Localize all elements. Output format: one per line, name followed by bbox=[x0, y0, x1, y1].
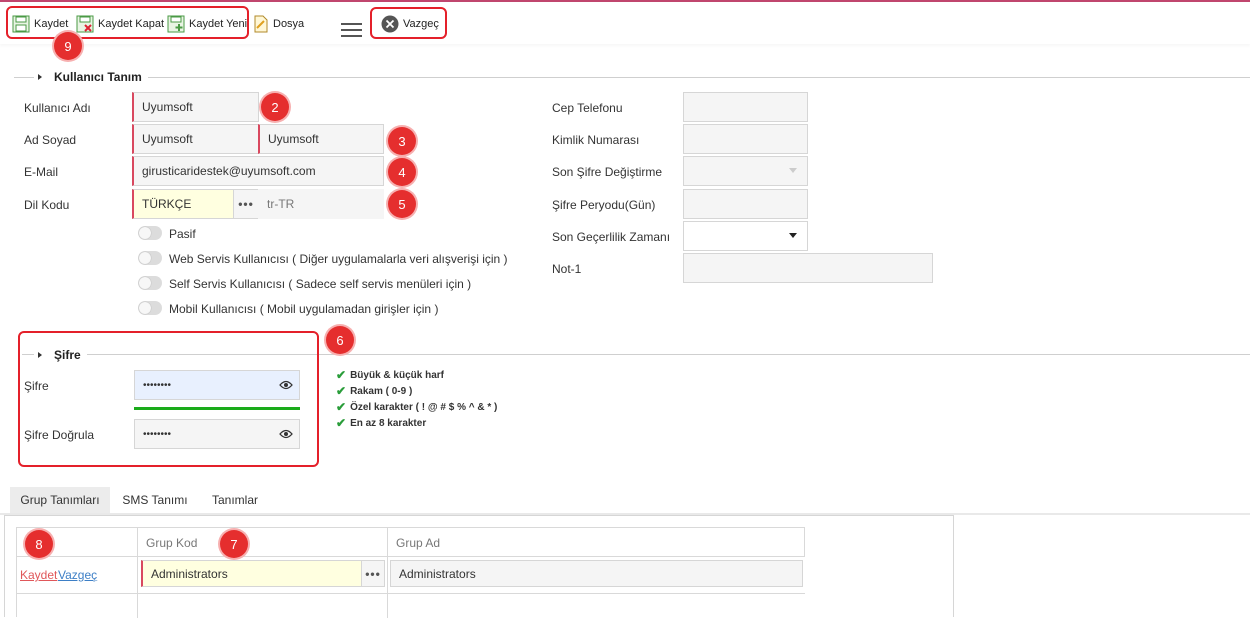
tab-sms-definition[interactable]: SMS Tanımı bbox=[114, 487, 196, 513]
lang-input[interactable]: TÜRKÇE bbox=[132, 189, 234, 219]
passive-toggle[interactable] bbox=[138, 226, 162, 240]
lang-label: Dil Kodu bbox=[24, 198, 70, 212]
callout-badge-9: 9 bbox=[54, 32, 82, 60]
mobile-user-toggle[interactable] bbox=[138, 301, 162, 315]
email-label: E-Mail bbox=[24, 165, 59, 179]
callout-badge-4: 4 bbox=[388, 158, 416, 186]
dropdown-arrow-icon bbox=[789, 168, 797, 173]
callout-badge-5: 5 bbox=[388, 190, 416, 218]
expand-arrow-icon bbox=[38, 74, 42, 80]
note-1-label: Not-1 bbox=[552, 262, 582, 276]
callout-badge-3: 3 bbox=[388, 127, 416, 155]
toolbar-cancel-highlight bbox=[370, 7, 447, 39]
lang-value: TÜRKÇE bbox=[142, 197, 192, 211]
callout-badge-6: 6 bbox=[326, 326, 354, 354]
last-name-value: Uyumsoft bbox=[268, 132, 319, 146]
password-value: •••••••• bbox=[143, 379, 172, 391]
self-service-label: Self Servis Kullanıcısı ( Sadece self se… bbox=[169, 277, 472, 291]
row-cancel-link[interactable]: Vazgeç bbox=[58, 568, 97, 582]
ellipsis-icon: ••• bbox=[238, 197, 254, 211]
table-row bbox=[17, 594, 138, 618]
check-icon: ✔ bbox=[336, 384, 347, 398]
email-input[interactable]: girusticaridestek@uyumsoft.com bbox=[132, 156, 384, 186]
password-strength-bar bbox=[134, 407, 300, 410]
email-value: girusticaridestek@uyumsoft.com bbox=[142, 164, 316, 178]
username-input[interactable]: Uyumsoft bbox=[132, 92, 259, 122]
password-label: Şifre bbox=[24, 379, 49, 393]
expiry-time-select[interactable] bbox=[683, 221, 808, 251]
callout-badge-8: 8 bbox=[25, 530, 53, 558]
grid-header-group-name: Grup Ad bbox=[396, 536, 441, 550]
lang-lookup-button[interactable]: ••• bbox=[233, 189, 259, 219]
web-service-toggle[interactable] bbox=[138, 251, 162, 265]
callout-badge-7: 7 bbox=[220, 530, 248, 558]
password-rule-text: Büyük & küçük harf bbox=[350, 369, 444, 381]
passive-label: Pasif bbox=[169, 227, 196, 241]
table-row bbox=[138, 594, 388, 618]
identity-number-input[interactable] bbox=[683, 124, 808, 154]
confirm-password-input[interactable]: •••••••• bbox=[134, 419, 300, 449]
menu-button[interactable] bbox=[341, 16, 366, 44]
first-name-input[interactable]: Uyumsoft bbox=[132, 124, 259, 154]
last-password-change-label: Son Şifre Değiştirme bbox=[552, 165, 663, 179]
username-label: Kullanıcı Adı bbox=[24, 101, 91, 115]
tab-group-definitions[interactable]: Grup Tanımları bbox=[10, 487, 110, 513]
row-save-link[interactable]: Kaydet bbox=[20, 568, 57, 582]
confirm-password-value: •••••••• bbox=[143, 428, 172, 440]
section-title-user: Kullanıcı Tanım bbox=[54, 70, 142, 84]
tab-definitions[interactable]: Tanımlar bbox=[200, 487, 270, 513]
password-rule: ✔ Büyük & küçük harf bbox=[336, 368, 444, 382]
expiry-time-label: Son Geçerlilik Zamanı bbox=[552, 230, 671, 244]
last-password-change-select[interactable] bbox=[683, 156, 808, 186]
password-input[interactable]: •••••••• bbox=[134, 370, 300, 400]
password-rule-text: En az 8 karakter bbox=[350, 417, 427, 429]
mobile-user-label: Mobil Kullanıcısı ( Mobil uygulamadan gi… bbox=[169, 302, 439, 316]
check-icon: ✔ bbox=[336, 368, 347, 382]
password-strength-track bbox=[134, 407, 300, 410]
section-header-user[interactable]: Kullanıcı Tanım bbox=[34, 70, 148, 84]
toolbar-save-highlight bbox=[6, 6, 249, 39]
identity-number-label: Kimlik Numarası bbox=[552, 133, 640, 147]
check-icon: ✔ bbox=[336, 416, 347, 430]
password-rule: ✔ En az 8 karakter bbox=[336, 416, 426, 430]
username-value: Uyumsoft bbox=[142, 100, 193, 114]
lang-code-value: tr-TR bbox=[267, 197, 295, 211]
confirm-password-label: Şifre Doğrula bbox=[24, 428, 95, 442]
last-name-input[interactable]: Uyumsoft bbox=[258, 124, 384, 154]
section-divider bbox=[14, 77, 1250, 78]
password-rule: ✔ Özel karakter ( ! @ # $ % ^ & * ) bbox=[336, 400, 497, 414]
check-icon: ✔ bbox=[336, 400, 347, 414]
fullname-label: Ad Soyad bbox=[24, 133, 77, 147]
group-code-value: Administrators bbox=[151, 566, 228, 581]
password-period-input[interactable] bbox=[683, 189, 808, 219]
password-rule: ✔ Rakam ( 0-9 ) bbox=[336, 384, 412, 398]
note-1-input[interactable] bbox=[683, 253, 933, 283]
dropdown-arrow-icon bbox=[789, 233, 797, 238]
file-icon bbox=[254, 15, 268, 33]
lang-code-field: tr-TR bbox=[258, 189, 384, 219]
ellipsis-icon: ••• bbox=[365, 566, 381, 581]
group-code-lookup-button[interactable]: ••• bbox=[361, 560, 385, 587]
group-code-input[interactable]: Administrators bbox=[141, 560, 362, 587]
group-name-field: Administrators bbox=[390, 560, 803, 587]
eye-icon[interactable] bbox=[279, 429, 293, 439]
grid-header-group-code: Grup Kod bbox=[146, 536, 198, 550]
file-button[interactable]: Dosya bbox=[253, 10, 304, 38]
eye-icon[interactable] bbox=[279, 380, 293, 390]
self-service-toggle[interactable] bbox=[138, 276, 162, 290]
password-rule-text: Rakam ( 0-9 ) bbox=[350, 385, 413, 397]
grid-header-group-name-cell[interactable] bbox=[388, 528, 805, 557]
hamburger-icon bbox=[341, 23, 362, 37]
group-name-value: Administrators bbox=[399, 566, 476, 581]
password-period-label: Şifre Peryodu(Gün) bbox=[552, 198, 656, 212]
first-name-value: Uyumsoft bbox=[142, 132, 193, 146]
file-label: Dosya bbox=[273, 18, 305, 30]
mobile-phone-label: Cep Telefonu bbox=[552, 101, 623, 115]
password-rule-text: Özel karakter ( ! @ # $ % ^ & * ) bbox=[350, 401, 498, 413]
callout-badge-2: 2 bbox=[261, 93, 289, 121]
mobile-phone-input[interactable] bbox=[683, 92, 808, 122]
web-service-label: Web Servis Kullanıcısı ( Diğer uygulamal… bbox=[169, 252, 508, 266]
